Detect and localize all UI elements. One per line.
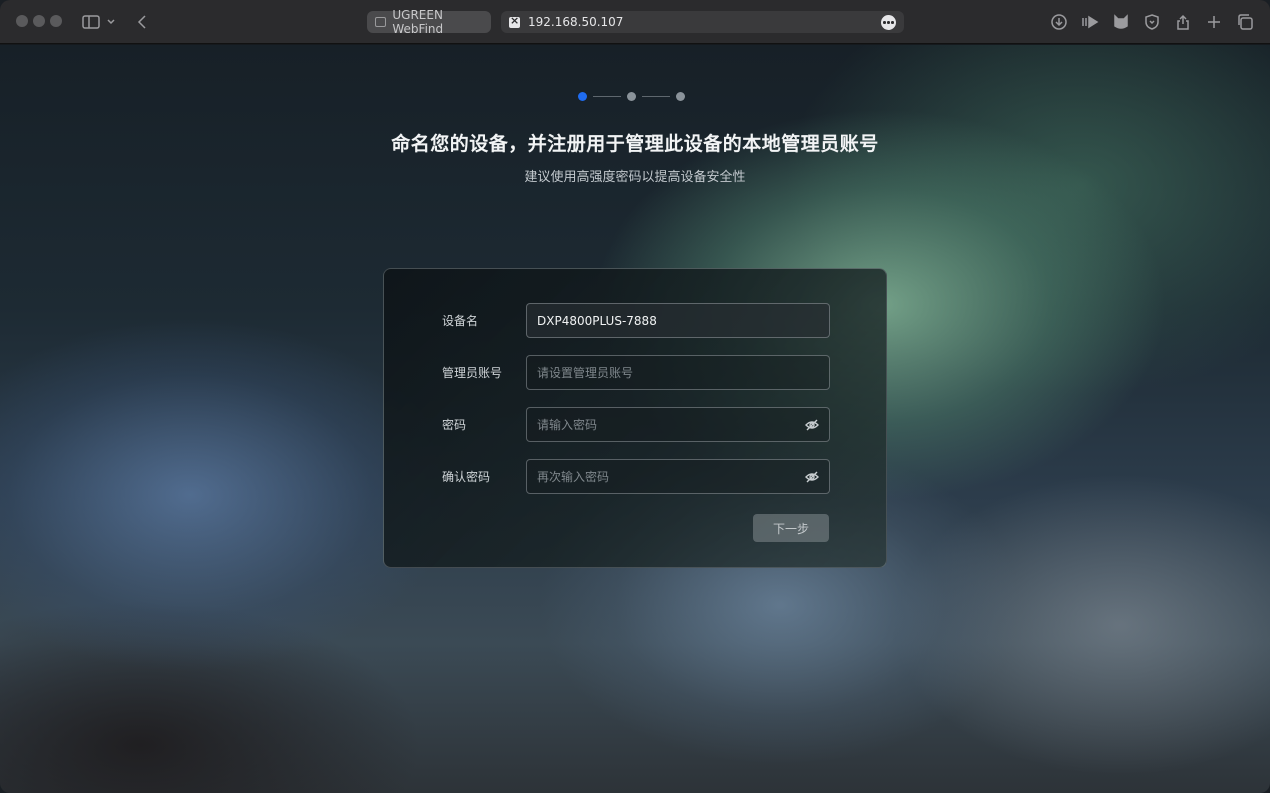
device-name-label: 设备名 — [442, 314, 479, 328]
step-indicator — [578, 92, 688, 102]
page-title: 命名您的设备，并注册用于管理此设备的本地管理员账号 — [391, 133, 879, 155]
download-icon[interactable] — [1048, 11, 1070, 33]
extension-cat-icon[interactable] — [1110, 11, 1132, 33]
confirm-password-input[interactable]: 再次输入密码 — [526, 459, 830, 494]
device-name-input[interactable]: DXP4800PLUS-7888 — [526, 303, 830, 338]
device-name-value: DXP4800PLUS-7888 — [537, 313, 657, 328]
zoom-window-button[interactable] — [50, 15, 62, 27]
password-row: 密码 请输入密码 — [384, 407, 888, 442]
media-play-icon[interactable] — [1079, 11, 1101, 33]
page-menu-icon[interactable] — [881, 15, 896, 30]
admin-account-placeholder: 请设置管理员账号 — [537, 366, 634, 380]
step-dot-3 — [676, 92, 685, 101]
page-subtitle: 建议使用高强度密码以提高设备安全性 — [524, 170, 746, 185]
admin-account-input[interactable]: 请设置管理员账号 — [526, 355, 830, 390]
step-dot-1 — [578, 92, 587, 101]
new-tab-icon[interactable] — [1203, 11, 1225, 33]
setup-page: 命名您的设备，并注册用于管理此设备的本地管理员账号 建议使用高强度密码以提高设备… — [0, 45, 1270, 793]
browser-window: UGREEN WebFind 192.168.50.107 — [0, 0, 1270, 793]
confirm-password-placeholder: 再次输入密码 — [537, 470, 610, 484]
eye-off-icon[interactable] — [805, 418, 819, 432]
tab-favicon-icon — [375, 17, 387, 27]
setup-form-card: 设备名 DXP4800PLUS-7888 管理员账号 请设置管理员账号 密码 请… — [383, 268, 887, 568]
password-label: 密码 — [442, 418, 467, 432]
tab-webfind[interactable]: UGREEN WebFind — [367, 8, 491, 36]
eye-off-icon[interactable] — [805, 470, 819, 484]
admin-account-row: 管理员账号 请设置管理员账号 — [384, 355, 888, 390]
tab-overview-icon[interactable] — [1234, 11, 1256, 33]
password-input[interactable]: 请输入密码 — [526, 407, 830, 442]
minimize-window-button[interactable] — [33, 15, 45, 27]
confirm-password-label: 确认密码 — [442, 470, 491, 484]
step-connector — [593, 96, 621, 97]
tab-title: UGREEN WebFind — [392, 8, 444, 36]
shield-heart-icon[interactable] — [1141, 11, 1163, 33]
address-text: 192.168.50.107 — [528, 15, 624, 29]
step-connector — [642, 96, 670, 97]
admin-account-label: 管理员账号 — [442, 366, 503, 380]
site-favicon-icon — [509, 14, 520, 28]
device-name-row: 设备名 DXP4800PLUS-7888 — [384, 303, 888, 338]
address-bar[interactable]: 192.168.50.107 — [501, 11, 904, 33]
step-dot-2 — [627, 92, 636, 101]
close-window-button[interactable] — [16, 15, 28, 27]
password-placeholder: 请输入密码 — [537, 418, 598, 432]
browser-toolbar: UGREEN WebFind 192.168.50.107 — [0, 0, 1270, 44]
sidebar-icon[interactable] — [80, 11, 102, 33]
share-icon[interactable] — [1172, 11, 1194, 33]
back-icon[interactable] — [131, 11, 153, 33]
confirm-password-row: 确认密码 再次输入密码 — [384, 459, 888, 494]
chevron-down-icon[interactable] — [104, 11, 118, 33]
next-button[interactable]: 下一步 — [753, 514, 829, 542]
